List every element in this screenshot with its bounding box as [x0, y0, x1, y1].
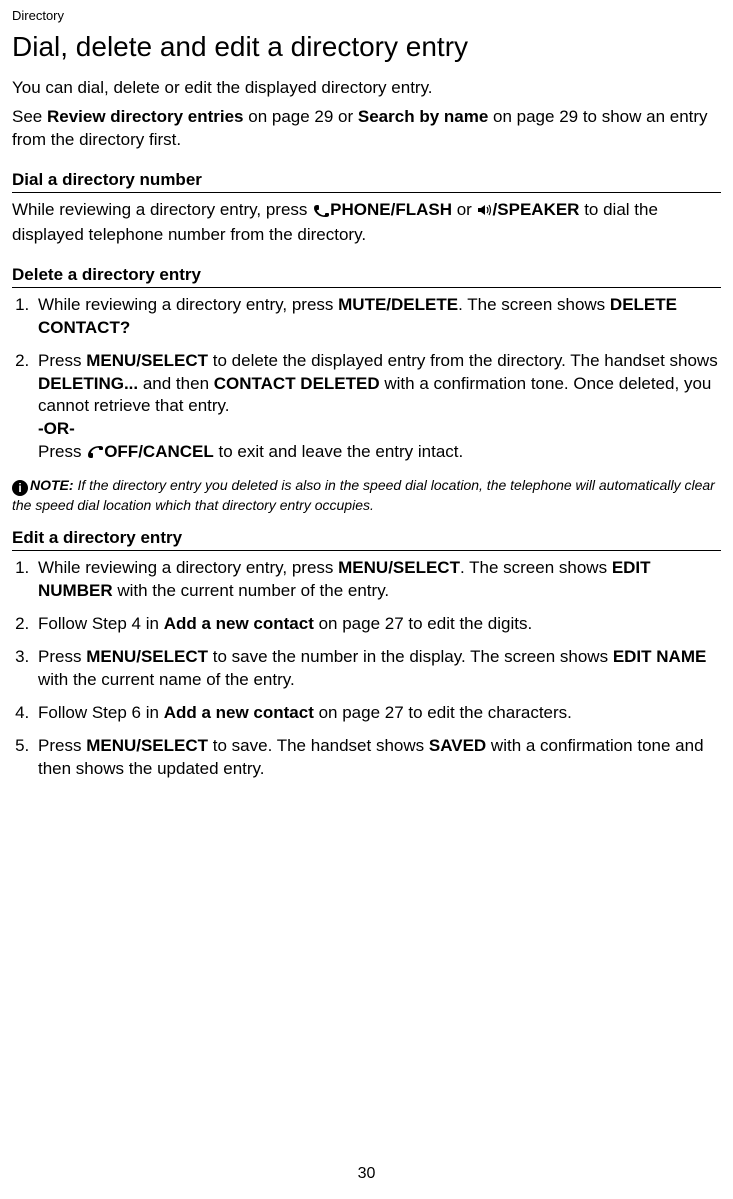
intro-text: You can dial, delete or edit the display…	[12, 77, 721, 100]
or-label: -OR-	[38, 419, 75, 438]
edit-li5-a: Press	[38, 736, 86, 755]
select-label: /SELECT	[136, 351, 208, 370]
delete-label: /DELETE	[386, 295, 458, 314]
list-item: Press MENU/SELECT to save. The handset s…	[34, 735, 721, 781]
list-item: While reviewing a directory entry, press…	[34, 557, 721, 603]
menu-label: MENU	[86, 351, 136, 370]
edit-li1-d: with the current number of the entry.	[113, 581, 390, 600]
mute-label: MUTE	[338, 295, 386, 314]
edit-li2-a: Follow Step 4 in	[38, 614, 164, 633]
see-link-review: Review directory entries	[47, 107, 244, 126]
select-label: /SELECT	[136, 647, 208, 666]
edit-li4-c: on page 27 to edit the characters.	[314, 703, 572, 722]
delete-li1-a: While reviewing a directory entry, press	[38, 295, 338, 314]
edit-li3-a: Press	[38, 647, 86, 666]
delete-li2-g: Press	[38, 442, 86, 461]
menu-label: MENU	[86, 647, 136, 666]
deleting-label: DELETING...	[38, 374, 138, 393]
menu-label: MENU	[86, 736, 136, 755]
delete-list: While reviewing a directory entry, press…	[12, 294, 721, 467]
select-label: /SELECT	[388, 558, 460, 577]
see-prefix: See	[12, 107, 47, 126]
delete-li2-d: and then	[138, 374, 214, 393]
edit-li3-d: with the current name of the entry.	[38, 670, 295, 689]
dial-text-a: While reviewing a directory entry, press	[12, 200, 312, 219]
delete-li2-h: to exit and leave the entry intact.	[214, 442, 463, 461]
dial-body: While reviewing a directory entry, press…	[12, 199, 721, 247]
see-link-search: Search by name	[358, 107, 488, 126]
add-contact-link: Add a new contact	[164, 614, 314, 633]
info-icon: i	[12, 480, 28, 496]
edit-li2-c: on page 27 to edit the digits.	[314, 614, 532, 633]
add-contact-link: Add a new contact	[164, 703, 314, 722]
edit-heading: Edit a directory entry	[12, 528, 721, 551]
note-label: NOTE:	[30, 477, 74, 493]
select-label: /SELECT	[136, 736, 208, 755]
saved-label: SAVED	[429, 736, 486, 755]
list-item: Follow Step 6 in Add a new contact on pa…	[34, 702, 721, 725]
see-mid: on page 29 or	[244, 107, 358, 126]
edit-list: While reviewing a directory entry, press…	[12, 557, 721, 781]
speaker-label: /SPEAKER	[493, 200, 580, 219]
menu-label: MENU	[338, 558, 388, 577]
edit-li5-b: to save. The handset shows	[208, 736, 429, 755]
note-block: iNOTE: If the directory entry you delete…	[12, 476, 721, 514]
page-title: Dial, delete and edit a directory entry	[12, 31, 721, 63]
edit-li4-a: Follow Step 6 in	[38, 703, 164, 722]
flash-label: FLASH	[395, 200, 452, 219]
list-item: Press MENU/SELECT to save the number in …	[34, 646, 721, 692]
list-item: While reviewing a directory entry, press…	[34, 294, 721, 340]
phone-label: PHONE/	[330, 200, 395, 219]
contact-deleted-label: CONTACT DELETED	[214, 374, 380, 393]
breadcrumb: Directory	[12, 8, 721, 23]
delete-heading: Delete a directory entry	[12, 265, 721, 288]
note-text: If the directory entry you deleted is al…	[12, 477, 715, 513]
off-icon	[86, 443, 104, 466]
delete-li2-b: to delete the displayed entry from the d…	[208, 351, 718, 370]
list-item: Press MENU/SELECT to delete the displaye…	[34, 350, 721, 467]
edit-name-label: EDIT NAME	[613, 647, 707, 666]
edit-li1-b: . The screen shows	[460, 558, 612, 577]
speaker-icon	[477, 201, 493, 224]
cancel-label: /CANCEL	[138, 442, 214, 461]
dial-heading: Dial a directory number	[12, 170, 721, 193]
page-number: 30	[0, 1165, 733, 1183]
edit-li1-a: While reviewing a directory entry, press	[38, 558, 338, 577]
delete-li2-a: Press	[38, 351, 86, 370]
delete-li1-b: . The screen shows	[458, 295, 610, 314]
dial-text-or: or	[452, 200, 477, 219]
phone-icon	[312, 201, 330, 224]
edit-li3-b: to save the number in the display. The s…	[208, 647, 613, 666]
list-item: Follow Step 4 in Add a new contact on pa…	[34, 613, 721, 636]
off-label: OFF	[104, 442, 138, 461]
see-reference: See Review directory entries on page 29 …	[12, 106, 721, 152]
